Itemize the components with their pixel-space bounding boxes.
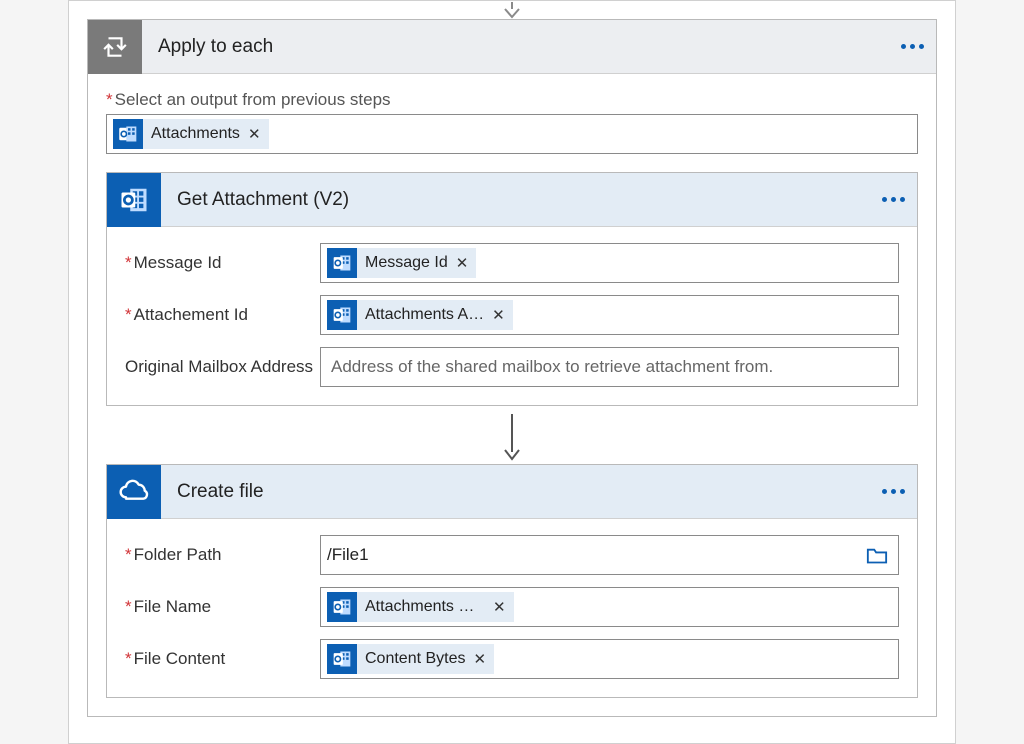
outlook-icon (327, 248, 357, 278)
ellipsis-icon (901, 44, 924, 49)
attachment-id-input[interactable]: Attachments A… ✕ (320, 295, 899, 335)
attachment-id-label: *Attachement Id (125, 305, 320, 325)
get-attachment-header[interactable]: Get Attachment (V2) (107, 173, 917, 227)
output-input[interactable]: Attachments ✕ (106, 114, 918, 154)
outlook-icon (327, 300, 357, 330)
apply-to-each-title: Apply to each (142, 36, 888, 58)
token-file-name[interactable]: Attachments N… ✕ (327, 592, 514, 622)
token-remove-icon[interactable]: ✕ (248, 125, 261, 143)
outlook-icon (327, 644, 357, 674)
folder-path-label: *Folder Path (125, 545, 320, 565)
token-remove-icon[interactable]: ✕ (456, 254, 469, 272)
get-attachment-body: *Message Id Message Id ✕ (107, 227, 917, 405)
mailbox-address-input[interactable]: Address of the shared mailbox to retriev… (320, 347, 899, 387)
outlook-icon (327, 592, 357, 622)
onedrive-icon (107, 465, 161, 519)
connector-arrow (106, 406, 918, 464)
token-remove-icon[interactable]: ✕ (474, 650, 487, 668)
get-attachment-title: Get Attachment (V2) (161, 189, 869, 211)
output-label: *Select an output from previous steps (106, 90, 918, 110)
message-id-label: *Message Id (125, 253, 320, 273)
file-name-input[interactable]: Attachments N… ✕ (320, 587, 899, 627)
apply-to-each-menu-button[interactable] (888, 20, 936, 74)
apply-to-each-body: *Select an output from previous steps At… (88, 74, 936, 716)
create-file-title: Create file (161, 481, 869, 503)
connector-arrow-top (498, 1, 526, 19)
token-attachment-id[interactable]: Attachments A… ✕ (327, 300, 513, 330)
mailbox-address-label: Original Mailbox Address (125, 357, 320, 377)
outlook-icon (107, 173, 161, 227)
create-file-card[interactable]: Create file *Folder Path /File1 (106, 464, 918, 698)
file-name-label: *File Name (125, 597, 320, 617)
ellipsis-icon (882, 197, 905, 202)
folder-picker-icon[interactable] (866, 546, 888, 564)
ellipsis-icon (882, 489, 905, 494)
loop-icon (88, 20, 142, 74)
file-content-input[interactable]: Content Bytes ✕ (320, 639, 899, 679)
token-message-id[interactable]: Message Id ✕ (327, 248, 476, 278)
file-content-label: *File Content (125, 649, 320, 669)
outlook-icon (113, 119, 143, 149)
get-attachment-menu-button[interactable] (869, 173, 917, 227)
apply-to-each-header[interactable]: Apply to each (88, 20, 936, 74)
apply-to-each-card[interactable]: Apply to each *Select an output from pre… (87, 19, 937, 717)
folder-path-input[interactable]: /File1 (320, 535, 899, 575)
token-file-content[interactable]: Content Bytes ✕ (327, 644, 494, 674)
token-remove-icon[interactable]: ✕ (492, 306, 505, 324)
token-attachments[interactable]: Attachments ✕ (113, 119, 269, 149)
create-file-menu-button[interactable] (869, 465, 917, 519)
create-file-body: *Folder Path /File1 *File Name (107, 519, 917, 697)
token-remove-icon[interactable]: ✕ (493, 598, 506, 616)
get-attachment-card[interactable]: Get Attachment (V2) *Message Id (106, 172, 918, 406)
create-file-header[interactable]: Create file (107, 465, 917, 519)
message-id-input[interactable]: Message Id ✕ (320, 243, 899, 283)
flow-canvas: Apply to each *Select an output from pre… (68, 0, 956, 744)
